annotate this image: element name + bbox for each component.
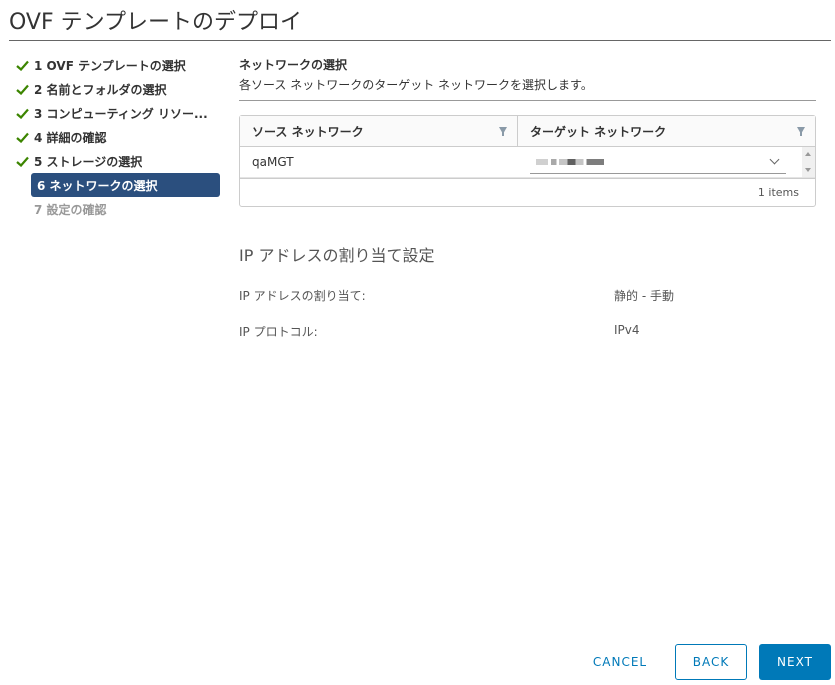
step-label: 4 詳細の確認 bbox=[34, 130, 107, 145]
checkmark-icon bbox=[16, 108, 34, 119]
step-label: 5 ストレージの選択 bbox=[34, 154, 143, 169]
scroll-down-icon[interactable] bbox=[805, 168, 811, 172]
grid-header: ソース ネットワーク ターゲット ネットワーク bbox=[240, 116, 815, 147]
source-network-cell: qaMGT bbox=[252, 155, 294, 169]
scroll-up-icon[interactable] bbox=[805, 152, 811, 156]
step-5[interactable]: 5 ストレージの選択 bbox=[14, 149, 222, 173]
step-label: 6 ネットワークの選択 bbox=[37, 178, 158, 193]
section-description: 各ソース ネットワークのターゲット ネットワークを選択します。 bbox=[239, 78, 593, 92]
step-label: 2 名前とフォルダの選択 bbox=[34, 82, 167, 97]
column-source-network[interactable]: ソース ネットワーク bbox=[240, 116, 518, 146]
step-label: 7 設定の確認 bbox=[34, 202, 107, 217]
checkmark-icon bbox=[16, 60, 34, 71]
step-2[interactable]: 2 名前とフォルダの選択 bbox=[14, 77, 222, 101]
section-divider bbox=[239, 100, 816, 101]
chevron-down-icon bbox=[769, 154, 780, 165]
filter-icon[interactable] bbox=[499, 127, 507, 136]
checkmark-icon bbox=[16, 132, 34, 143]
grid-footer: 1 items bbox=[240, 178, 815, 206]
checkmark-icon bbox=[16, 84, 34, 95]
ip-settings-title: IP アドレスの割り当て設定 bbox=[239, 246, 435, 265]
column-label: ターゲット ネットワーク bbox=[530, 124, 667, 139]
step-label: 3 コンピューティング リソー... bbox=[34, 106, 208, 121]
ip-allocation-label: IP アドレスの割り当て: bbox=[239, 289, 366, 303]
window-title: OVF テンプレートのデプロイ bbox=[9, 10, 302, 35]
step-label: 1 OVF テンプレートの選択 bbox=[34, 58, 186, 73]
table-row[interactable]: qaMGT bbox=[240, 147, 815, 178]
step-6-active[interactable]: 6 ネットワークの選択 bbox=[31, 173, 220, 197]
back-button[interactable]: BACK bbox=[675, 644, 747, 680]
item-count: 1 items bbox=[757, 186, 799, 199]
step-1[interactable]: 1 OVF テンプレートの選択 bbox=[14, 53, 222, 77]
step-3[interactable]: 3 コンピューティング リソー... bbox=[14, 101, 222, 125]
step-4[interactable]: 4 詳細の確認 bbox=[14, 125, 222, 149]
ip-protocol-value: IPv4 bbox=[614, 323, 640, 337]
cancel-button[interactable]: CANCEL bbox=[582, 644, 658, 680]
target-network-select[interactable] bbox=[530, 151, 786, 174]
redacted-network-value bbox=[536, 159, 604, 165]
column-target-network[interactable]: ターゲット ネットワーク bbox=[518, 116, 815, 146]
step-7: 7 設定の確認 bbox=[14, 197, 222, 221]
checkmark-icon bbox=[16, 156, 34, 167]
target-network-cell bbox=[518, 147, 815, 177]
network-section: ネットワークの選択 各ソース ネットワークのターゲット ネットワークを選択します… bbox=[239, 56, 816, 101]
wizard-steps: 1 OVF テンプレートの選択 2 名前とフォルダの選択 3 コンピューティング… bbox=[14, 53, 222, 221]
ip-protocol-label: IP プロトコル: bbox=[239, 325, 318, 339]
network-mapping-grid: ソース ネットワーク ターゲット ネットワーク qaMGT 1 items bbox=[239, 115, 816, 207]
filter-icon[interactable] bbox=[797, 127, 805, 136]
ip-allocation-value: 静的 - 手動 bbox=[614, 289, 674, 303]
title-divider bbox=[9, 40, 831, 41]
section-title: ネットワークの選択 bbox=[239, 58, 348, 72]
column-label: ソース ネットワーク bbox=[252, 124, 364, 139]
next-button[interactable]: NEXT bbox=[759, 644, 831, 680]
grid-scrollbar[interactable] bbox=[802, 147, 815, 177]
